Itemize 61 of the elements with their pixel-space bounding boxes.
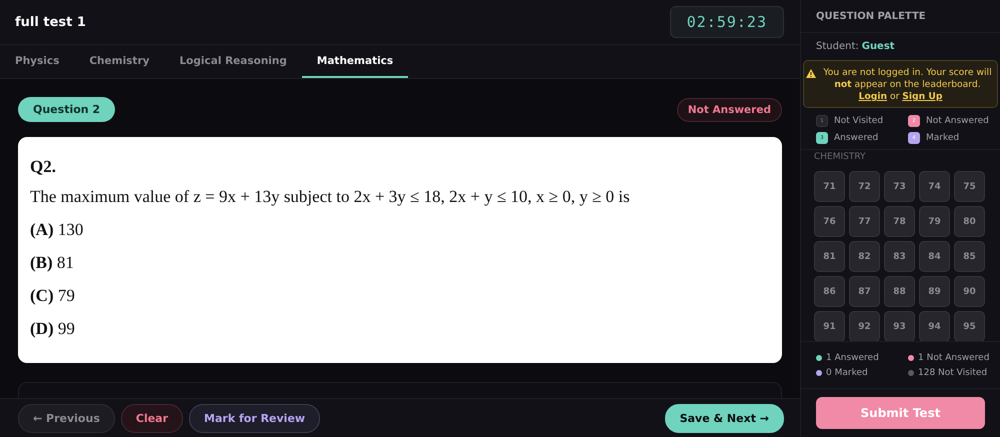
submit-button[interactable]: Submit Test (816, 396, 985, 429)
question-number-button[interactable]: 83 (884, 241, 915, 272)
subject-tab[interactable]: Mathematics (302, 45, 408, 78)
answer-option[interactable]: (C) 79 (30, 286, 770, 306)
question-number-button[interactable]: 95 (954, 311, 985, 341)
test-title: full test 1 (15, 14, 86, 30)
question-number-button[interactable]: 78 (884, 206, 915, 238)
question-number-button[interactable]: 85 (954, 241, 985, 272)
summary-count: 1 Answered (826, 352, 879, 363)
question-number-button[interactable]: 92 (849, 311, 880, 341)
student-label: Student: (816, 41, 859, 52)
warning-text: You are not logged in. Your score will not appear on the leaderboard. (822, 67, 993, 92)
question-number-button[interactable]: 75 (954, 171, 985, 202)
question-number-button[interactable]: 87 (849, 276, 880, 308)
question-badge: Question 2 (18, 97, 116, 122)
legend-label: Not Answered (926, 116, 989, 126)
question-number-button[interactable]: 71 (814, 171, 845, 202)
previous-button[interactable]: ← Previous (18, 404, 115, 432)
question-text: The maximum value of z = 9x + 13y subject to 2x + 3y ≤ 18, 2x + y ≤ 10, x ≥ 0, y ≥ 0 is (30, 187, 631, 207)
question-number-button[interactable]: 93 (884, 311, 915, 341)
question-number-button[interactable]: 79 (919, 206, 950, 238)
palette-title: QUESTION PALETTE (801, 0, 1000, 34)
question-number-button[interactable]: 86 (814, 276, 845, 308)
subject-tab[interactable]: Logical Reasoning (164, 45, 302, 78)
warning-icon (806, 69, 816, 78)
question-number-button[interactable]: 88 (884, 276, 915, 308)
legend-label: Not Visited (834, 116, 884, 126)
question-number: Q2. (30, 157, 57, 177)
legend-label: Answered (834, 133, 878, 144)
question-number-button[interactable]: 90 (954, 276, 985, 308)
subject-tab[interactable]: Physics (0, 45, 74, 78)
answer-option[interactable]: (D) 99 (30, 319, 770, 339)
question-number-button[interactable]: 77 (849, 206, 880, 238)
summary-count: 1 Not Answered (918, 352, 990, 363)
question-number-button[interactable]: 89 (919, 276, 950, 308)
question-number-button[interactable]: 82 (849, 241, 880, 272)
question-number-button[interactable]: 80 (954, 206, 985, 238)
section-label: CHEMISTRY (813, 151, 867, 162)
status-badge: Not Answered (676, 98, 782, 122)
clear-button[interactable]: Clear (120, 404, 184, 432)
question-number-button[interactable]: 74 (919, 171, 950, 202)
student-name: Guest (862, 41, 895, 52)
review-button[interactable]: Mark for Review (189, 404, 320, 432)
question-number-button[interactable]: 84 (919, 241, 950, 272)
summary-count: 0 Marked (826, 368, 868, 378)
timer: 02:59:23 (670, 6, 784, 38)
question-number-button[interactable]: 72 (849, 171, 880, 202)
summary-count: 128 Not Visited (918, 368, 988, 378)
question-number-button[interactable]: 73 (884, 171, 915, 202)
or-text: or (888, 91, 900, 102)
login-link[interactable]: Login (858, 91, 888, 102)
question-number-button[interactable]: 91 (814, 311, 845, 341)
question-number-button[interactable]: 76 (814, 206, 845, 238)
question-number-button[interactable]: 94 (919, 311, 950, 341)
question-number-button[interactable]: 81 (814, 241, 845, 272)
answer-option[interactable]: (B) 81 (30, 253, 770, 273)
legend-label: Marked (926, 133, 960, 144)
subject-tab[interactable]: Chemistry (74, 45, 164, 78)
next-button[interactable]: Save & Next → (664, 404, 784, 432)
sign-up-link[interactable]: Sign Up (902, 91, 942, 102)
answer-option[interactable]: (A) 130 (30, 220, 770, 240)
